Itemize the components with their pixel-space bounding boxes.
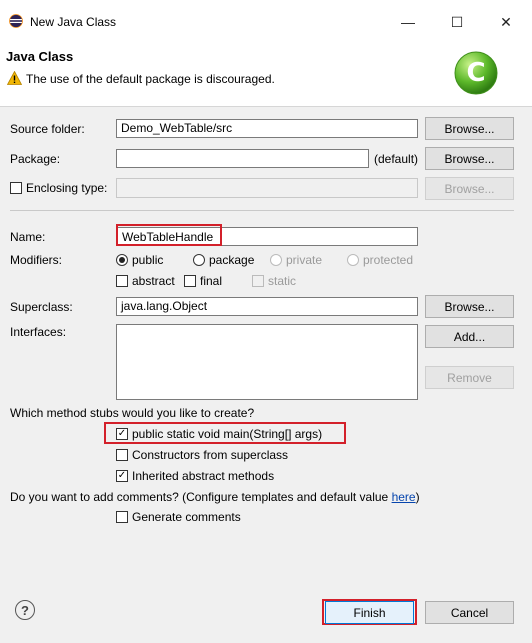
modifier-protected-label: protected bbox=[363, 253, 414, 267]
constructors-checkbox[interactable] bbox=[116, 449, 128, 461]
inherited-methods-label: Inherited abstract methods bbox=[132, 469, 275, 483]
static-label: static bbox=[268, 274, 297, 288]
superclass-input[interactable]: java.lang.Object bbox=[116, 297, 418, 316]
remove-interface-button[interactable]: Remove bbox=[425, 366, 514, 389]
enclosing-type-label: Enclosing type: bbox=[26, 181, 108, 195]
comments-question-end: ) bbox=[415, 490, 420, 504]
enclosing-type-input[interactable] bbox=[116, 178, 418, 198]
add-interface-button[interactable]: Add... bbox=[425, 325, 514, 348]
static-checkbox[interactable] bbox=[252, 275, 264, 287]
warning-icon bbox=[6, 70, 23, 85]
maximize-button[interactable]: ☐ bbox=[437, 8, 477, 36]
source-folder-input[interactable]: Demo_WebTable/src bbox=[116, 119, 418, 138]
close-button[interactable]: ✕ bbox=[486, 8, 526, 36]
modifier-private-radio[interactable] bbox=[270, 254, 282, 266]
finish-button[interactable]: Finish bbox=[325, 601, 414, 624]
final-checkbox[interactable] bbox=[184, 275, 196, 287]
modifiers-label: Modifiers: bbox=[10, 253, 63, 267]
separator bbox=[10, 210, 514, 211]
constructors-label: Constructors from superclass bbox=[132, 448, 289, 462]
abstract-checkbox[interactable] bbox=[116, 275, 128, 287]
interfaces-label: Interfaces: bbox=[10, 325, 67, 339]
superclass-browse-button[interactable]: Browse... bbox=[425, 295, 514, 318]
main-method-checkbox[interactable]: ✓ bbox=[116, 428, 128, 440]
package-label: Package: bbox=[10, 152, 61, 166]
modifier-package-radio[interactable] bbox=[193, 254, 205, 266]
window-title: New Java Class bbox=[30, 15, 117, 29]
final-label: final bbox=[200, 274, 223, 288]
modifier-protected-radio[interactable] bbox=[347, 254, 359, 266]
cancel-button[interactable]: Cancel bbox=[425, 601, 514, 624]
package-browse-button[interactable]: Browse... bbox=[425, 147, 514, 170]
enclosing-type-browse-button[interactable]: Browse... bbox=[425, 177, 514, 200]
stubs-question: Which method stubs would you like to cre… bbox=[10, 406, 255, 420]
interfaces-list[interactable] bbox=[116, 324, 418, 400]
comments-question: Do you want to add comments? (Configure … bbox=[10, 490, 420, 504]
eclipse-icon bbox=[9, 14, 23, 28]
header-message: The use of the default package is discou… bbox=[26, 72, 275, 86]
comments-question-text: Do you want to add comments? (Configure … bbox=[10, 490, 392, 504]
abstract-label: abstract bbox=[132, 274, 175, 288]
superclass-label: Superclass: bbox=[10, 300, 73, 314]
modifier-public-radio[interactable] bbox=[116, 254, 128, 266]
header-title: Java Class bbox=[6, 49, 74, 64]
minimize-button[interactable]: — bbox=[388, 8, 428, 36]
generate-comments-label: Generate comments bbox=[132, 510, 241, 524]
source-folder-browse-button[interactable]: Browse... bbox=[425, 117, 514, 140]
modifier-package-label: package bbox=[209, 253, 255, 267]
name-label: Name: bbox=[10, 230, 46, 244]
modifier-public-label: public bbox=[132, 253, 164, 267]
name-value: WebTableHandle bbox=[122, 230, 214, 244]
configure-templates-link[interactable]: here bbox=[392, 490, 416, 504]
package-default-label: (default) bbox=[374, 152, 419, 166]
package-input[interactable] bbox=[116, 149, 369, 168]
main-method-label: public static void main(String[] args) bbox=[132, 427, 323, 441]
source-folder-label: Source folder: bbox=[10, 122, 85, 136]
inherited-methods-checkbox[interactable]: ✓ bbox=[116, 470, 128, 482]
enclosing-type-checkbox[interactable] bbox=[10, 182, 22, 194]
generate-comments-checkbox[interactable] bbox=[116, 511, 128, 523]
modifier-private-label: private bbox=[286, 253, 323, 267]
logo-letter: C bbox=[466, 58, 486, 88]
help-icon[interactable]: ? bbox=[15, 600, 35, 620]
